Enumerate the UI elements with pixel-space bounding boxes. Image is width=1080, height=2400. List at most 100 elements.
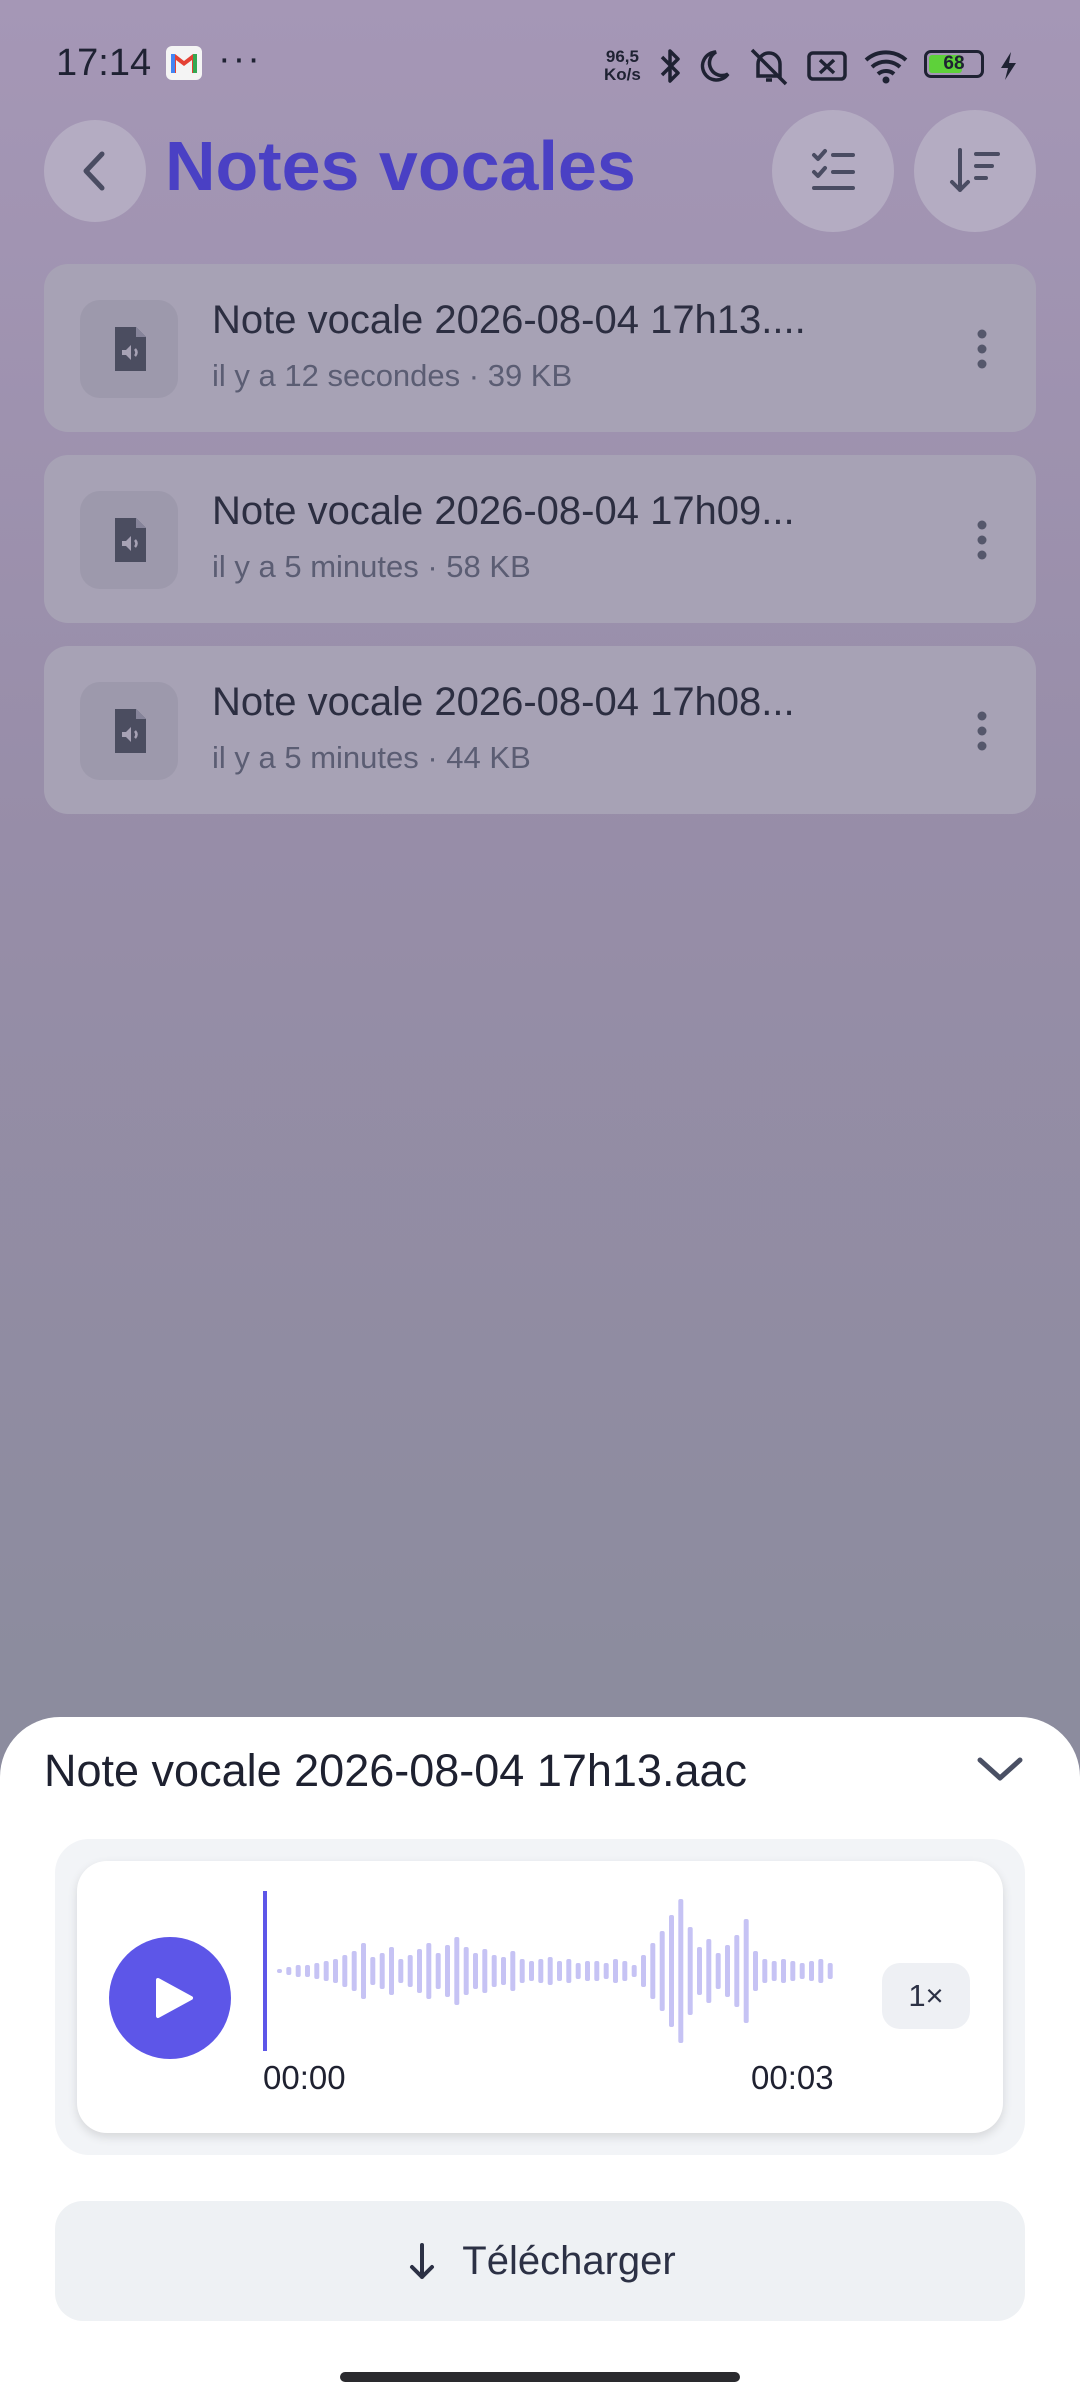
waveform-bar bbox=[594, 1961, 600, 1981]
waveform-bar bbox=[547, 1957, 553, 1985]
waveform-bar bbox=[379, 1953, 385, 1989]
battery-icon: 68 bbox=[924, 50, 984, 78]
waveform-bar bbox=[622, 1961, 628, 1981]
more-options-icon[interactable] bbox=[972, 706, 992, 756]
duration: 00:03 bbox=[751, 2059, 834, 2096]
back-button[interactable] bbox=[44, 120, 146, 222]
waveform-bar bbox=[575, 1963, 581, 1979]
waveform-bar bbox=[370, 1957, 376, 1985]
waveform-bar bbox=[314, 1963, 320, 1979]
waveform-bar bbox=[426, 1943, 432, 1999]
waveform-bar bbox=[585, 1961, 590, 1981]
list-item[interactable]: Note vocale 2026-08-04 17h13.... il y a … bbox=[44, 264, 1036, 432]
chevron-left-icon bbox=[83, 151, 105, 191]
waveform-bar bbox=[519, 1959, 525, 1983]
note-meta: il y a 12 secondes · 39 KB bbox=[212, 358, 573, 393]
waveform-bar bbox=[743, 1919, 749, 2023]
playback-speed-button[interactable]: 1× bbox=[882, 1963, 970, 2029]
waveform-bar bbox=[809, 1961, 814, 1981]
more-options-icon[interactable] bbox=[972, 515, 992, 565]
waveform-bar bbox=[631, 1965, 637, 1977]
waveform-bar bbox=[286, 1967, 292, 1975]
waveform-bar bbox=[641, 1955, 646, 1987]
play-icon bbox=[156, 1978, 193, 2018]
download-button[interactable]: Télécharger bbox=[55, 2201, 1025, 2321]
sort-icon bbox=[950, 148, 1000, 192]
waveform-bar bbox=[790, 1961, 796, 1981]
waveform-bar bbox=[669, 1915, 674, 2027]
waveform-bar bbox=[725, 1945, 730, 1997]
download-arrow-icon bbox=[410, 2243, 435, 2279]
status-time: 17:14 bbox=[56, 42, 152, 84]
list-item[interactable]: Note vocale 2026-08-04 17h08... il y a 5… bbox=[44, 646, 1036, 814]
playhead-cursor[interactable] bbox=[263, 1891, 267, 2051]
chevron-down-icon bbox=[977, 1757, 1023, 1781]
home-indicator[interactable] bbox=[340, 2372, 740, 2382]
waveform-bar bbox=[398, 1959, 404, 1983]
waveform-bar bbox=[342, 1955, 348, 1987]
waveform-bar bbox=[734, 1935, 740, 2007]
waveform-bar bbox=[473, 1953, 478, 1989]
waveform-bar bbox=[799, 1963, 805, 1979]
waveform-bar bbox=[277, 1969, 282, 1973]
sort-button[interactable] bbox=[914, 110, 1036, 232]
collapse-sheet-button[interactable] bbox=[970, 1739, 1030, 1799]
note-title: Note vocale 2026-08-04 17h13.... bbox=[212, 298, 806, 342]
waveform-bar bbox=[762, 1959, 768, 1983]
note-title: Note vocale 2026-08-04 17h08... bbox=[212, 680, 795, 724]
do-not-disturb-moon-icon bbox=[700, 50, 730, 82]
waveform-bar bbox=[715, 1953, 721, 1989]
waveform-bar bbox=[529, 1961, 534, 1981]
waveform-bar bbox=[351, 1951, 357, 1991]
waveform-bar bbox=[435, 1953, 441, 1989]
audio-player-container: 00:00 00:03 1× bbox=[55, 1839, 1025, 2155]
note-meta: il y a 5 minutes · 58 KB bbox=[212, 549, 531, 584]
sheet-file-name: Note vocale 2026-08-04 17h13.aac bbox=[44, 1745, 748, 1796]
audio-player: 00:00 00:03 1× bbox=[77, 1861, 1003, 2133]
waveform-bar bbox=[445, 1945, 450, 1997]
note-title: Note vocale 2026-08-04 17h09... bbox=[212, 489, 795, 533]
waveform-bar bbox=[659, 1931, 665, 2011]
bluetooth-icon bbox=[660, 49, 680, 83]
waveform-bar bbox=[361, 1943, 366, 1999]
waveform-bar bbox=[407, 1955, 413, 1987]
waveform-bar bbox=[454, 1937, 460, 2005]
download-label: Télécharger bbox=[462, 2238, 676, 2283]
waveform-bar bbox=[295, 1965, 301, 1977]
audio-file-icon bbox=[80, 682, 178, 780]
checklist-icon bbox=[812, 149, 855, 190]
play-button[interactable] bbox=[109, 1937, 231, 2059]
no-sim-icon bbox=[807, 51, 847, 81]
more-notifications-icon: ··· bbox=[218, 38, 262, 80]
waveform-bar bbox=[827, 1963, 833, 1979]
note-meta: il y a 5 minutes · 44 KB bbox=[212, 740, 531, 775]
more-options-icon[interactable] bbox=[972, 324, 992, 374]
list-item[interactable]: Note vocale 2026-08-04 17h09... il y a 5… bbox=[44, 455, 1036, 623]
muted-bell-icon bbox=[750, 48, 788, 86]
waveform-seek-bar[interactable] bbox=[263, 1891, 843, 2051]
waveform-bar bbox=[603, 1963, 609, 1979]
waveform-bar bbox=[538, 1959, 544, 1983]
select-items-button[interactable] bbox=[772, 110, 894, 232]
waveform-bar bbox=[771, 1961, 777, 1981]
waveform-bar bbox=[482, 1949, 488, 1993]
waveform-bar bbox=[323, 1961, 329, 1981]
page-title: Notes vocales bbox=[165, 127, 636, 205]
wifi-icon bbox=[864, 50, 908, 84]
player-bottom-sheet: Note vocale 2026-08-04 17h13.aac 00:00 0… bbox=[0, 1717, 1080, 2400]
waveform-bar bbox=[781, 1959, 786, 1983]
waveform-bar bbox=[491, 1955, 497, 1987]
waveform-bar bbox=[463, 1947, 469, 1995]
current-time: 00:00 bbox=[263, 2059, 346, 2096]
waveform-bar bbox=[613, 1959, 618, 1983]
waveform-bar bbox=[706, 1939, 712, 2003]
waveform-bar bbox=[650, 1943, 656, 1999]
gmail-icon bbox=[166, 46, 202, 80]
waveform-bar bbox=[566, 1959, 572, 1983]
waveform-bar bbox=[333, 1959, 338, 1983]
audio-file-icon bbox=[80, 491, 178, 589]
charging-bolt-icon bbox=[1001, 52, 1016, 80]
waveform-bar bbox=[697, 1947, 702, 1995]
waveform-bar bbox=[557, 1961, 562, 1981]
waveform-bar bbox=[305, 1965, 310, 1977]
